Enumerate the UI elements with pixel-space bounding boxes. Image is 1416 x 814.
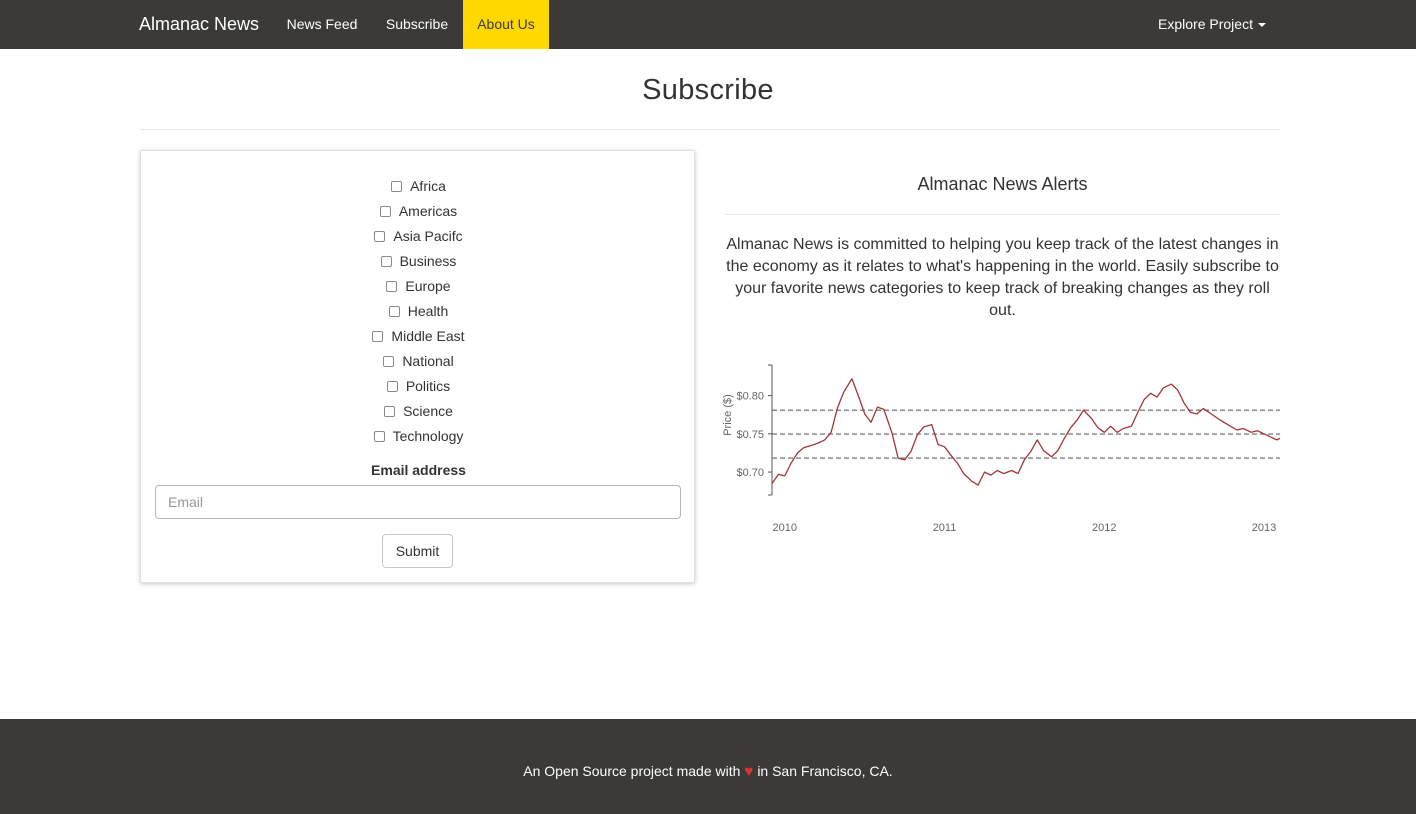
footer-text: An Open Source project made with ♥ in San … bbox=[0, 763, 1416, 780]
explore-project-label: Explore Project bbox=[1158, 16, 1253, 32]
category-label: Science bbox=[403, 403, 453, 419]
category-option[interactable]: Africa bbox=[141, 176, 696, 201]
category-label: Politics bbox=[405, 378, 451, 394]
brand-logo[interactable]: Almanac News bbox=[139, 0, 259, 49]
price-series-line bbox=[771, 378, 1281, 486]
category-checkbox[interactable] bbox=[374, 231, 386, 242]
category-label: Europe bbox=[405, 278, 451, 294]
category-label: Africa bbox=[410, 178, 446, 194]
category-checkbox[interactable] bbox=[388, 306, 400, 317]
category-checkbox[interactable] bbox=[379, 206, 391, 217]
footer: An Open Source project made with ♥ in San … bbox=[0, 719, 1416, 814]
category-option[interactable]: Business bbox=[141, 251, 696, 276]
x-tick-label: 2013 bbox=[1252, 522, 1276, 534]
category-option[interactable]: Europe bbox=[141, 276, 696, 301]
category-option[interactable]: National bbox=[141, 351, 696, 376]
category-option[interactable]: Politics bbox=[141, 376, 696, 401]
category-checkbox[interactable] bbox=[386, 281, 398, 292]
price-chart: $0.70 $0.75 $0.80Price ($) 2010 2011 2012 2013 bbox=[722, 364, 1281, 534]
category-label: Health bbox=[407, 303, 449, 319]
category-checkbox[interactable] bbox=[391, 181, 403, 192]
y-tick-label: $0.75 bbox=[736, 429, 764, 441]
category-option[interactable]: Middle East bbox=[141, 326, 696, 351]
submit-button[interactable]: Submit bbox=[382, 534, 453, 568]
nav-news-feed[interactable]: News Feed bbox=[276, 0, 368, 49]
caret-down-icon bbox=[1257, 23, 1266, 28]
category-label: Asia Pacifc bbox=[393, 228, 463, 244]
footer-text-before: An Open Source project made with bbox=[523, 763, 741, 779]
x-tick-label: 2012 bbox=[1092, 522, 1116, 534]
category-label: Americas bbox=[398, 203, 458, 219]
title-divider bbox=[140, 129, 1280, 130]
category-label: Middle East bbox=[391, 328, 465, 344]
explore-project-dropdown[interactable]: Explore Project bbox=[1146, 0, 1278, 49]
category-checkbox[interactable] bbox=[386, 381, 398, 392]
y-axis-title: Price ($) bbox=[722, 394, 734, 436]
email-label: Email address bbox=[371, 462, 466, 478]
category-label: National bbox=[402, 353, 454, 369]
category-option[interactable]: Americas bbox=[141, 201, 696, 226]
email-input[interactable] bbox=[155, 485, 681, 519]
x-tick-label: 2011 bbox=[933, 522, 957, 534]
y-tick-label: $0.70 bbox=[736, 467, 764, 479]
nav-about-us[interactable]: About Us bbox=[463, 0, 549, 49]
category-option[interactable]: Health bbox=[141, 301, 696, 326]
page-title: Subscribe bbox=[642, 74, 774, 106]
alerts-description: Almanac News is committed to helping you… bbox=[726, 236, 1279, 319]
x-tick-label: 2010 bbox=[773, 522, 797, 534]
category-label: Technology bbox=[392, 428, 464, 444]
heart-icon: ♥ bbox=[744, 763, 754, 780]
category-list: Africa Americas Asia Pacifc Business Europe H… bbox=[141, 176, 696, 451]
category-checkbox[interactable] bbox=[383, 356, 395, 367]
y-tick-label: $0.80 bbox=[736, 391, 764, 403]
category-option[interactable]: Science bbox=[141, 401, 696, 426]
category-label: Business bbox=[399, 253, 457, 269]
subscribe-form-card: Africa Americas Asia Pacifc Business Europe H… bbox=[140, 150, 695, 583]
alerts-title: Almanac News Alerts bbox=[917, 174, 1088, 194]
category-option[interactable]: Asia Pacifc bbox=[141, 226, 696, 251]
category-checkbox[interactable] bbox=[372, 331, 384, 342]
nav-subscribe[interactable]: Subscribe bbox=[374, 0, 460, 49]
footer-text-after: in San Francisco, CA. bbox=[757, 763, 893, 779]
category-checkbox[interactable] bbox=[384, 406, 396, 417]
category-checkbox[interactable] bbox=[373, 431, 385, 442]
category-checkbox[interactable] bbox=[380, 256, 392, 267]
category-option[interactable]: Technology bbox=[141, 426, 696, 451]
top-navbar: Almanac News News Feed Subscribe About U… bbox=[0, 0, 1416, 49]
alerts-divider bbox=[725, 214, 1280, 215]
